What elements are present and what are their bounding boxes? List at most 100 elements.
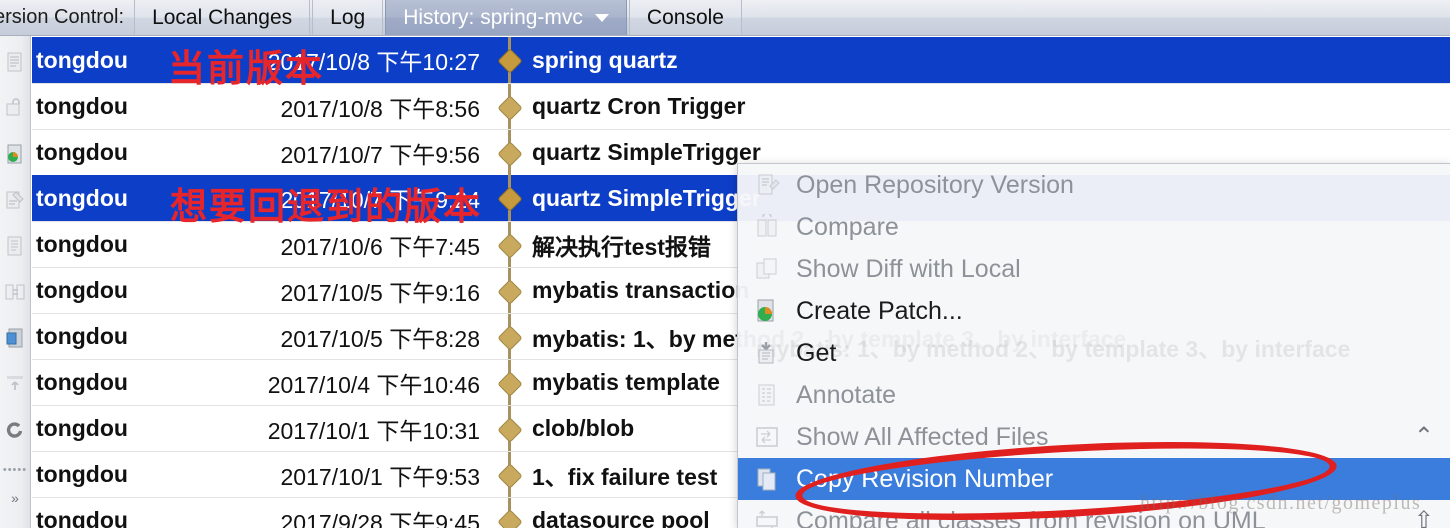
commit-graph-cell xyxy=(494,83,524,130)
commit-node-icon xyxy=(497,278,523,305)
tab-local-changes[interactable]: Local Changes xyxy=(134,0,311,35)
commit-node-icon xyxy=(497,94,523,121)
commit-author: tongdou xyxy=(36,139,128,165)
commit-date: 2017/9/28 下午9:45 xyxy=(280,509,480,528)
rollback-icon[interactable] xyxy=(3,96,27,120)
show-diff-with-local-icon xyxy=(752,254,782,284)
commit-graph-cell xyxy=(494,221,524,268)
menu-item-label: Open Repository Version xyxy=(796,170,1074,199)
commit-message: quartz Cron Trigger xyxy=(532,93,746,119)
commit-graph-cell xyxy=(494,175,524,221)
commit-node-icon xyxy=(497,462,523,489)
show-all-affected-files-icon xyxy=(752,422,782,452)
commit-node-icon xyxy=(497,508,523,528)
commit-author: tongdou xyxy=(36,369,128,395)
menu-item-label: Show Diff with Local xyxy=(796,254,1021,283)
commit-date: 2017/10/7 下午9:24 xyxy=(280,187,480,213)
chevron-right-icon[interactable]: » xyxy=(11,490,19,506)
commit-author: tongdou xyxy=(36,184,128,211)
commit-node-icon xyxy=(497,140,523,167)
tab-console[interactable]: Console xyxy=(628,0,742,35)
menu-item-label: Show All Affected Files xyxy=(796,422,1049,451)
copy-revision-number-icon xyxy=(752,464,782,494)
menu-item-copy-revision-number[interactable]: Copy Revision Number xyxy=(738,458,1450,500)
menu-item-label: Annotate xyxy=(796,380,897,409)
commit-graph-cell xyxy=(494,313,524,360)
toolbar-overflow-dots[interactable]: ••••• xyxy=(3,464,27,476)
create-patch-icon xyxy=(752,296,782,326)
tab-history-spring-mvc[interactable]: History: spring-mvc xyxy=(385,0,627,35)
commit-node-icon xyxy=(497,186,523,212)
menu-item-label: Create Patch... xyxy=(796,296,963,325)
commit-date: 2017/10/5 下午8:28 xyxy=(280,325,480,352)
menu-item-annotate[interactable]: Annotate xyxy=(738,374,1450,416)
commit-author: tongdou xyxy=(36,507,128,528)
table-row[interactable]: tongdou 2017/10/8 下午10:27 spring quartz xyxy=(32,37,1450,83)
commit-icon[interactable] xyxy=(3,50,27,74)
commit-author: tongdou xyxy=(36,323,128,349)
commit-graph-cell xyxy=(494,37,524,83)
commit-date: 2017/10/4 下午10:46 xyxy=(267,371,480,398)
commit-date: 2017/10/1 下午10:31 xyxy=(267,417,480,444)
commit-node-icon xyxy=(497,324,523,351)
commit-node-icon xyxy=(497,416,523,443)
menu-item-show-diff-with-local[interactable]: Show Diff with Local xyxy=(738,248,1450,290)
commit-graph-cell xyxy=(494,451,524,498)
tab-log-label: Log xyxy=(330,5,366,29)
commit-node-icon xyxy=(497,232,523,259)
tab-history-label: History: spring-mvc xyxy=(403,5,583,29)
commit-date: 2017/10/1 下午9:53 xyxy=(280,463,480,490)
commit-date: 2017/10/8 下午8:56 xyxy=(280,95,480,122)
commit-graph-cell xyxy=(494,129,524,176)
tab-console-label: Console xyxy=(646,5,724,29)
commit-date: 2017/10/5 下午9:16 xyxy=(280,279,480,306)
compare-icon xyxy=(752,212,782,242)
context-menu: mybatis: 1、by method 2、by template 3、by … xyxy=(737,163,1450,528)
version-control-tool-window: ersion Control: Local Changes Log Histor… xyxy=(0,0,1450,528)
commit-graph-cell xyxy=(494,359,524,406)
show-history-icon[interactable] xyxy=(3,234,27,258)
commit-message: spring quartz xyxy=(532,46,678,73)
commit-date: 2017/10/8 下午10:27 xyxy=(267,49,480,75)
commit-graph-cell xyxy=(494,267,524,314)
chevron-up-icon: ⌃ xyxy=(1413,423,1434,450)
show-diff-icon[interactable] xyxy=(3,280,27,304)
chevron-down-icon[interactable] xyxy=(594,13,609,22)
commit-author: tongdou xyxy=(36,415,128,441)
left-toolbar-rail: ••••• » xyxy=(0,36,31,528)
menu-item-get[interactable]: Get xyxy=(738,332,1450,374)
create-patch-icon[interactable] xyxy=(3,142,27,166)
menu-item-show-all-affected-files[interactable]: Show All Affected Files ⌃ xyxy=(738,416,1450,458)
commit-author: tongdou xyxy=(36,231,128,257)
commit-date: 2017/10/6 下午7:45 xyxy=(280,233,480,260)
tab-bar: ersion Control: Local Changes Log Histor… xyxy=(0,0,1450,36)
revert-icon[interactable] xyxy=(3,418,27,442)
menu-item-label: Copy Revision Number xyxy=(796,464,1054,493)
compare-uml-icon xyxy=(752,506,782,528)
commit-node-icon xyxy=(497,370,523,397)
table-row[interactable]: tongdou 2017/10/8 下午8:56 quartz Cron Tri… xyxy=(32,83,1450,130)
commit-author: tongdou xyxy=(36,461,128,487)
tool-window-label: ersion Control: xyxy=(0,6,125,28)
commit-graph-cell xyxy=(494,405,524,452)
commit-author: tongdou xyxy=(36,277,128,303)
menu-item-create-patch[interactable]: Create Patch... xyxy=(738,290,1450,332)
tab-local-changes-label: Local Changes xyxy=(152,5,293,29)
menu-item-compare-all-classes-from-revision-on-uml[interactable]: Compare all classes from revision on UML… xyxy=(738,500,1450,528)
open-repository-version-icon xyxy=(752,170,782,200)
get-revision-icon[interactable] xyxy=(3,326,27,350)
collapse-icon[interactable] xyxy=(3,372,27,396)
annotate-icon[interactable] xyxy=(3,188,27,212)
menu-item-label: Compare all classes from revision on UML xyxy=(796,506,1266,528)
menu-item-label: Get xyxy=(796,338,837,367)
menu-item-compare[interactable]: Compare xyxy=(738,206,1450,248)
annotate-icon xyxy=(752,380,782,410)
tab-log[interactable]: Log xyxy=(312,0,384,35)
commit-author: tongdou xyxy=(36,46,128,73)
shift-indicator-icon: ⇧ xyxy=(1413,507,1434,528)
menu-item-label: Compare xyxy=(796,212,899,241)
commit-author: tongdou xyxy=(36,93,128,119)
commit-message: quartz SimpleTrigger xyxy=(532,139,761,165)
menu-item-open-repository-version[interactable]: Open Repository Version xyxy=(738,164,1450,206)
commit-node-icon xyxy=(497,48,523,74)
